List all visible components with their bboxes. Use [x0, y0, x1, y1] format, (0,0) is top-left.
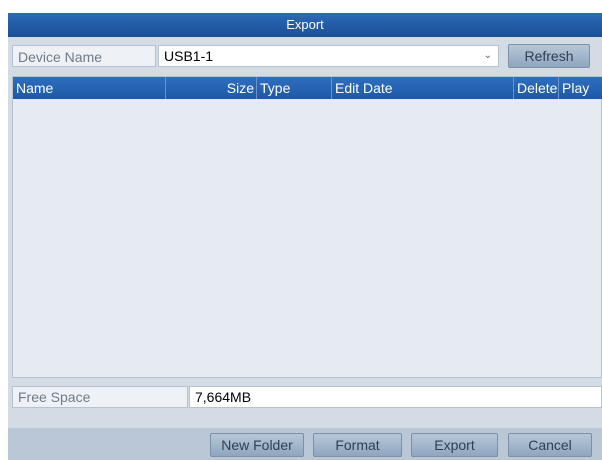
column-delete[interactable]: Delete	[514, 77, 559, 99]
dialog-title: Export	[8, 13, 602, 37]
free-space-row: Free Space 7,664MB	[12, 386, 602, 408]
chevron-down-icon[interactable]: ⌄	[484, 46, 492, 66]
cancel-button[interactable]: Cancel	[508, 433, 592, 457]
format-button[interactable]: Format	[313, 433, 402, 457]
device-name-label: Device Name	[12, 45, 156, 67]
export-button[interactable]: Export	[411, 433, 498, 457]
footer-bar: New Folder Format Export Cancel	[8, 428, 602, 460]
device-select-value: USB1-1	[164, 48, 214, 64]
refresh-button[interactable]: Refresh	[508, 44, 590, 68]
export-dialog: Export Device Name USB1-1 ⌄ Refresh Name…	[8, 13, 602, 460]
column-size[interactable]: Size	[166, 77, 257, 99]
column-type[interactable]: Type	[257, 77, 332, 99]
device-row: Device Name USB1-1 ⌄ Refresh	[12, 44, 602, 69]
free-space-label: Free Space	[12, 386, 188, 408]
new-folder-button[interactable]: New Folder	[210, 433, 304, 457]
column-name[interactable]: Name	[13, 77, 166, 99]
column-play[interactable]: Play	[559, 77, 602, 99]
table-header: Name Size Type Edit Date Delete Play	[13, 77, 602, 99]
device-select[interactable]: USB1-1 ⌄	[158, 45, 499, 67]
free-space-value: 7,664MB	[189, 386, 602, 408]
column-edit-date[interactable]: Edit Date	[332, 77, 514, 99]
file-table: Name Size Type Edit Date Delete Play	[12, 76, 602, 378]
